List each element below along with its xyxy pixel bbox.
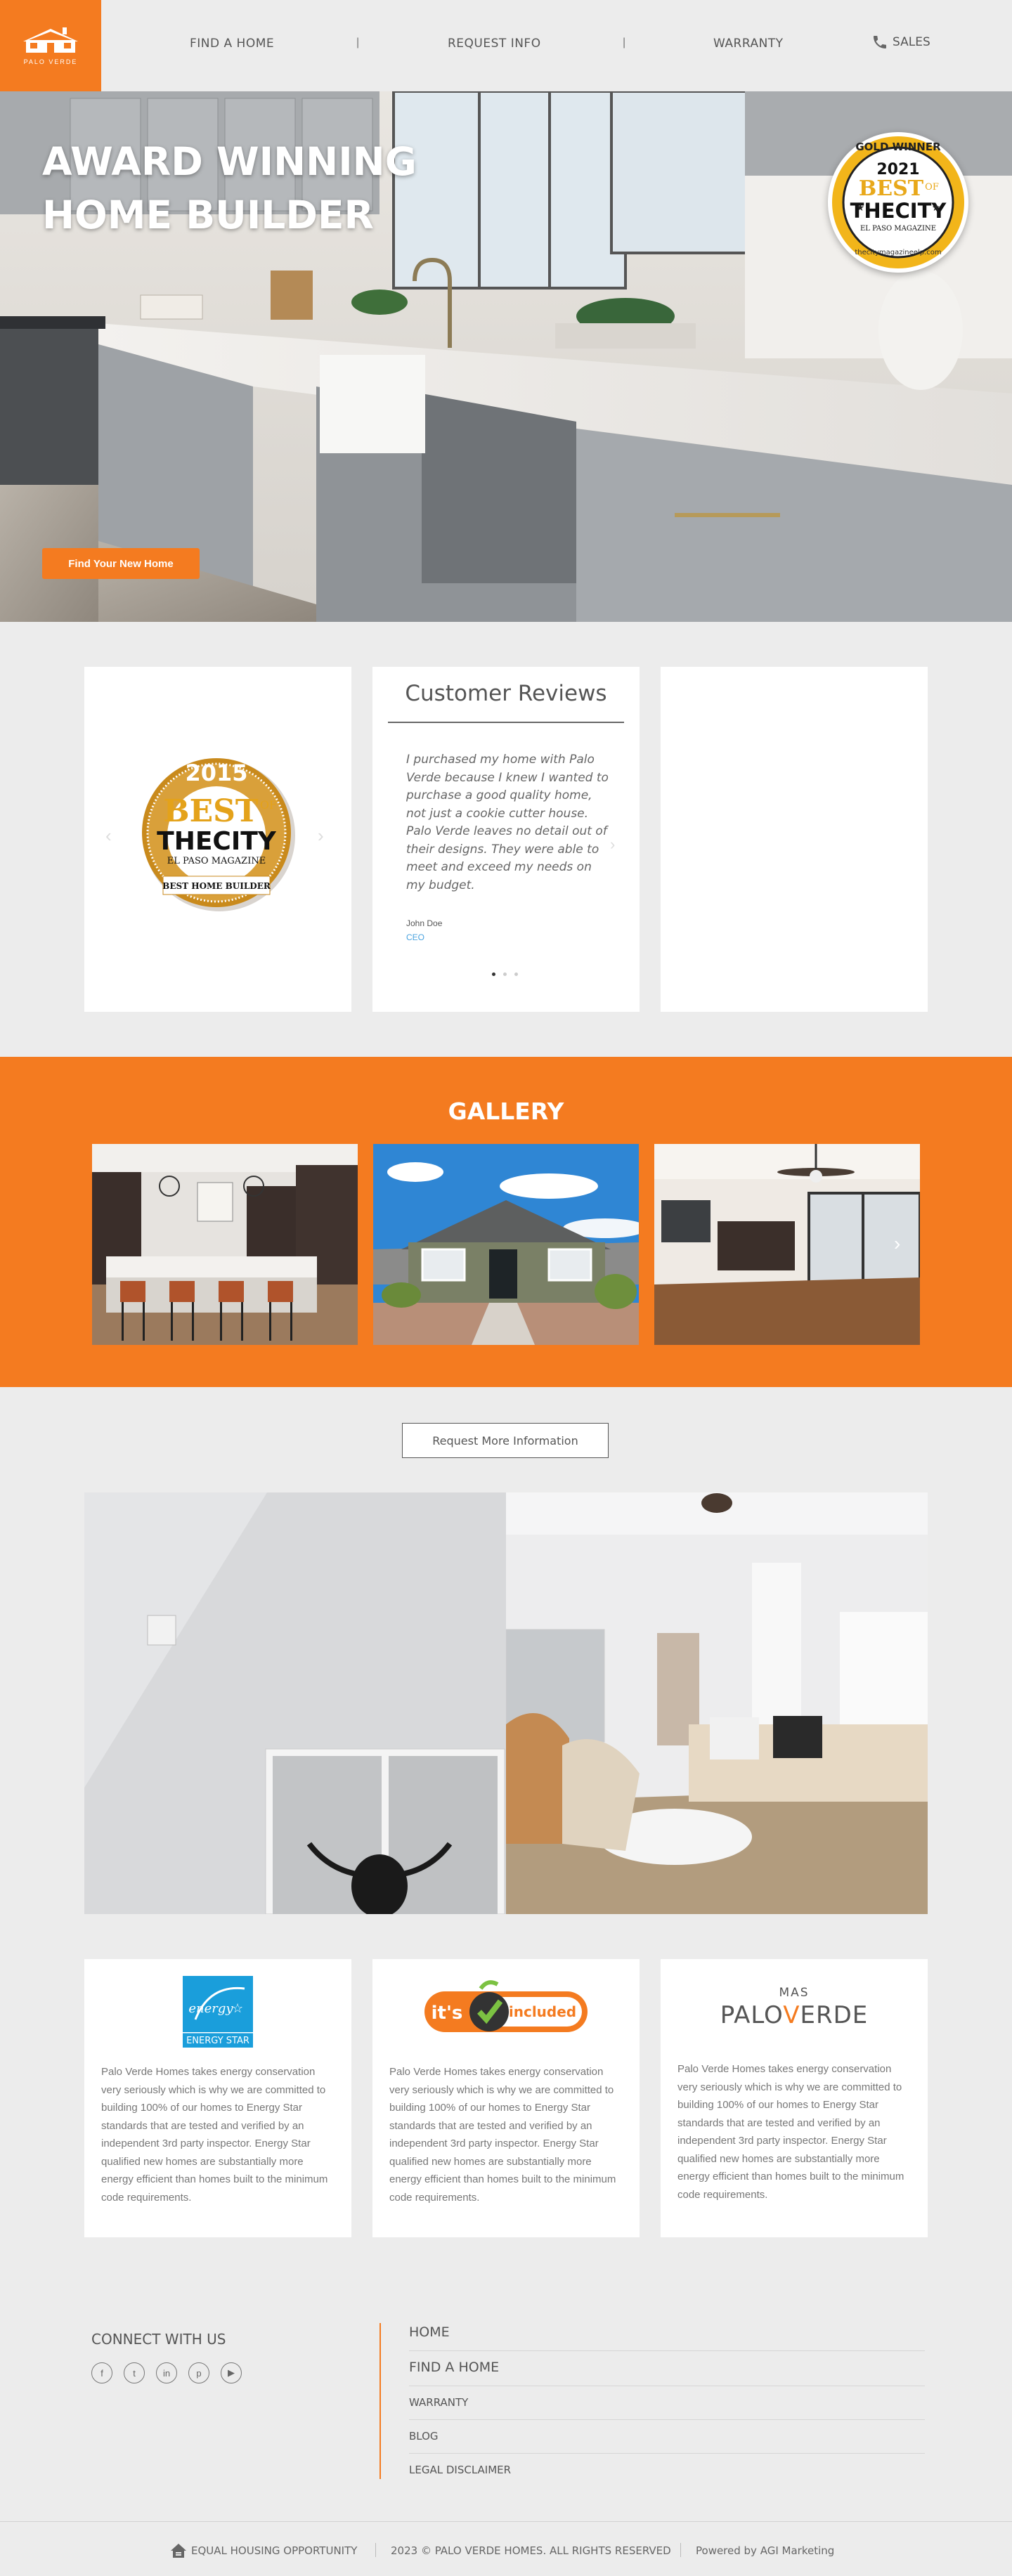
- gallery-image-living-room[interactable]: [654, 1144, 920, 1345]
- reviews-title: Customer Reviews: [405, 681, 607, 706]
- powered-by-link[interactable]: Powered by AGI Marketing: [696, 2544, 834, 2557]
- its-included-logo: it's included: [424, 1980, 588, 2037]
- feature-image-living-room: [506, 1492, 928, 1914]
- phone-icon: [874, 36, 886, 48]
- energy-logo-script: energy: [188, 2001, 233, 2016]
- reviews-divider: [388, 722, 624, 723]
- award-card: ‹ › 2015 BEST OF THECITY EL PASO MAGAZIN…: [84, 667, 351, 1012]
- best-of-the-city-2015-badge: 2015 BEST OF THECITY EL PASO MAGAZINE BE…: [142, 758, 295, 911]
- equal-housing-icon: [171, 2544, 186, 2558]
- site-logo[interactable]: PALO VERDE: [0, 0, 101, 91]
- pinterest-icon[interactable]: p: [188, 2362, 209, 2383]
- badge-site: thecitymagazineelp.com: [855, 249, 941, 256]
- wordmark-erde: ERDE: [800, 2001, 869, 2029]
- reviewer-role: CEO: [406, 932, 425, 942]
- footer-link-legal-disclaimer[interactable]: LEGAL DISCLAIMER: [409, 2464, 511, 2476]
- youtube-icon[interactable]: ▶: [221, 2362, 242, 2383]
- footer-accent-line: [379, 2323, 381, 2479]
- nav-sales[interactable]: SALES: [871, 34, 930, 51]
- award-ribbon: BEST HOME BUILDER: [162, 881, 271, 891]
- find-your-new-home-button[interactable]: Find Your New Home: [42, 548, 200, 579]
- hero-title: AWARD WINNING HOME BUILDER: [42, 139, 417, 238]
- energy-star-text: Palo Verde Homes takes energy conservati…: [101, 2066, 328, 2204]
- footer-divider: [409, 2453, 925, 2454]
- svg-text:★: ★: [932, 202, 941, 213]
- wordmark-v: V: [783, 2001, 800, 2029]
- carousel-prev-arrow[interactable]: ‹: [105, 825, 112, 847]
- its-included-card: it's included Palo Verde Homes takes ene…: [372, 1959, 640, 2237]
- empty-card: [661, 667, 928, 1012]
- site-header: PALO VERDE FIND A HOME | REQUEST INFO | …: [0, 0, 1012, 91]
- its-text: it's: [432, 2003, 463, 2024]
- wordmark-palo: PALO: [720, 2001, 784, 2029]
- carousel-dot[interactable]: [503, 972, 507, 976]
- award-magazine: EL PASO MAGAZINE: [167, 856, 266, 866]
- footer-link-home[interactable]: HOME: [409, 2324, 450, 2340]
- gallery-section: GALLERY ›: [0, 1057, 1012, 1387]
- carousel-dot-active[interactable]: [492, 972, 495, 976]
- palo-verde-wordmark: PALOVERDE: [661, 2001, 928, 2029]
- footer-link-find-a-home[interactable]: FIND A HOME: [409, 2360, 499, 2375]
- nav-warranty[interactable]: WARRANTY: [713, 37, 784, 51]
- twitter-icon[interactable]: t: [124, 2362, 145, 2383]
- badge-of: OF: [925, 182, 939, 193]
- reviewer-name: John Doe: [406, 918, 443, 928]
- footer-divider: [409, 2350, 925, 2351]
- energy-star-card: energy ☆ ENERGY STAR Palo Verde Homes ta…: [84, 1959, 351, 2237]
- sales-label: SALES: [893, 35, 930, 49]
- logo-text: PALO VERDE: [23, 58, 78, 65]
- award-best: BEST: [163, 793, 259, 829]
- equal-housing-text: EQUAL HOUSING OPPORTUNITY: [191, 2544, 358, 2557]
- nav-request-info[interactable]: REQUEST INFO: [448, 37, 541, 51]
- nav-separator: |: [623, 37, 626, 48]
- request-more-information-button[interactable]: Request More Information: [402, 1423, 609, 1458]
- review-next-arrow[interactable]: ›: [610, 835, 615, 854]
- nav-separator: |: [356, 37, 360, 48]
- review-quote: I purchased my home with Palo Verde beca…: [406, 753, 609, 892]
- included-text: included: [509, 2003, 576, 2020]
- energy-star-label: ENERGY STAR: [186, 2036, 249, 2046]
- footer-bar-separator: [375, 2543, 376, 2557]
- award-of: OF: [260, 798, 277, 812]
- gold-winner-badge: GOLD WINNER 2021 BEST OF THECITY EL PASO…: [828, 132, 968, 273]
- carousel-next-arrow[interactable]: ›: [318, 825, 324, 847]
- gallery-image-kitchen[interactable]: [92, 1144, 358, 1345]
- badge-magazine: EL PASO MAGAZINE: [860, 225, 936, 233]
- mas-logo-top: MAS: [779, 1986, 810, 2000]
- customer-reviews-card: Customer Reviews I purchased my home wit…: [372, 667, 640, 1012]
- hero-banner: AWARD WINNING HOME BUILDER Find Your New…: [0, 91, 1012, 622]
- house-logo-icon: [23, 27, 78, 53]
- award-year: 2015: [185, 760, 247, 786]
- linkedin-icon[interactable]: in: [156, 2362, 177, 2383]
- footer-bottom-bar: EQUAL HOUSING OPPORTUNITY 2023 © PALO VE…: [0, 2521, 1012, 2576]
- gallery-title: GALLERY: [448, 1098, 564, 1125]
- facebook-icon[interactable]: f: [91, 2362, 112, 2383]
- footer-bar-separator: [680, 2543, 681, 2557]
- footer-link-blog[interactable]: BLOG: [409, 2430, 439, 2442]
- copyright-text: 2023 © PALO VERDE HOMES. ALL RIGHTS RESE…: [391, 2544, 671, 2557]
- feature-image-longhorn-art: [84, 1492, 506, 1914]
- mas-palo-verde-card: MAS PALOVERDE Palo Verde Homes takes ene…: [661, 1959, 928, 2237]
- svg-text:☆: ☆: [232, 2001, 243, 2015]
- its-included-text: Palo Verde Homes takes energy conservati…: [389, 2066, 616, 2204]
- footer-divider: [409, 2419, 925, 2420]
- footer-link-warranty[interactable]: WARRANTY: [409, 2396, 468, 2409]
- gallery-image-house-exterior[interactable]: [373, 1144, 639, 1345]
- nav-find-a-home[interactable]: FIND A HOME: [190, 37, 274, 51]
- gallery-next-arrow[interactable]: ›: [894, 1232, 900, 1255]
- energy-star-logo: energy ☆ ENERGY STAR: [183, 1976, 253, 2048]
- carousel-dot[interactable]: [514, 972, 518, 976]
- connect-with-us-heading: CONNECT WITH US: [91, 2331, 226, 2348]
- svg-text:★: ★: [856, 202, 865, 213]
- mas-palo-verde-text: Palo Verde Homes takes energy conservati…: [677, 2063, 904, 2201]
- badge-gold-winner-text: GOLD WINNER: [855, 141, 941, 153]
- badge-best: BEST: [859, 176, 924, 201]
- award-thecity: THECITY: [157, 827, 277, 856]
